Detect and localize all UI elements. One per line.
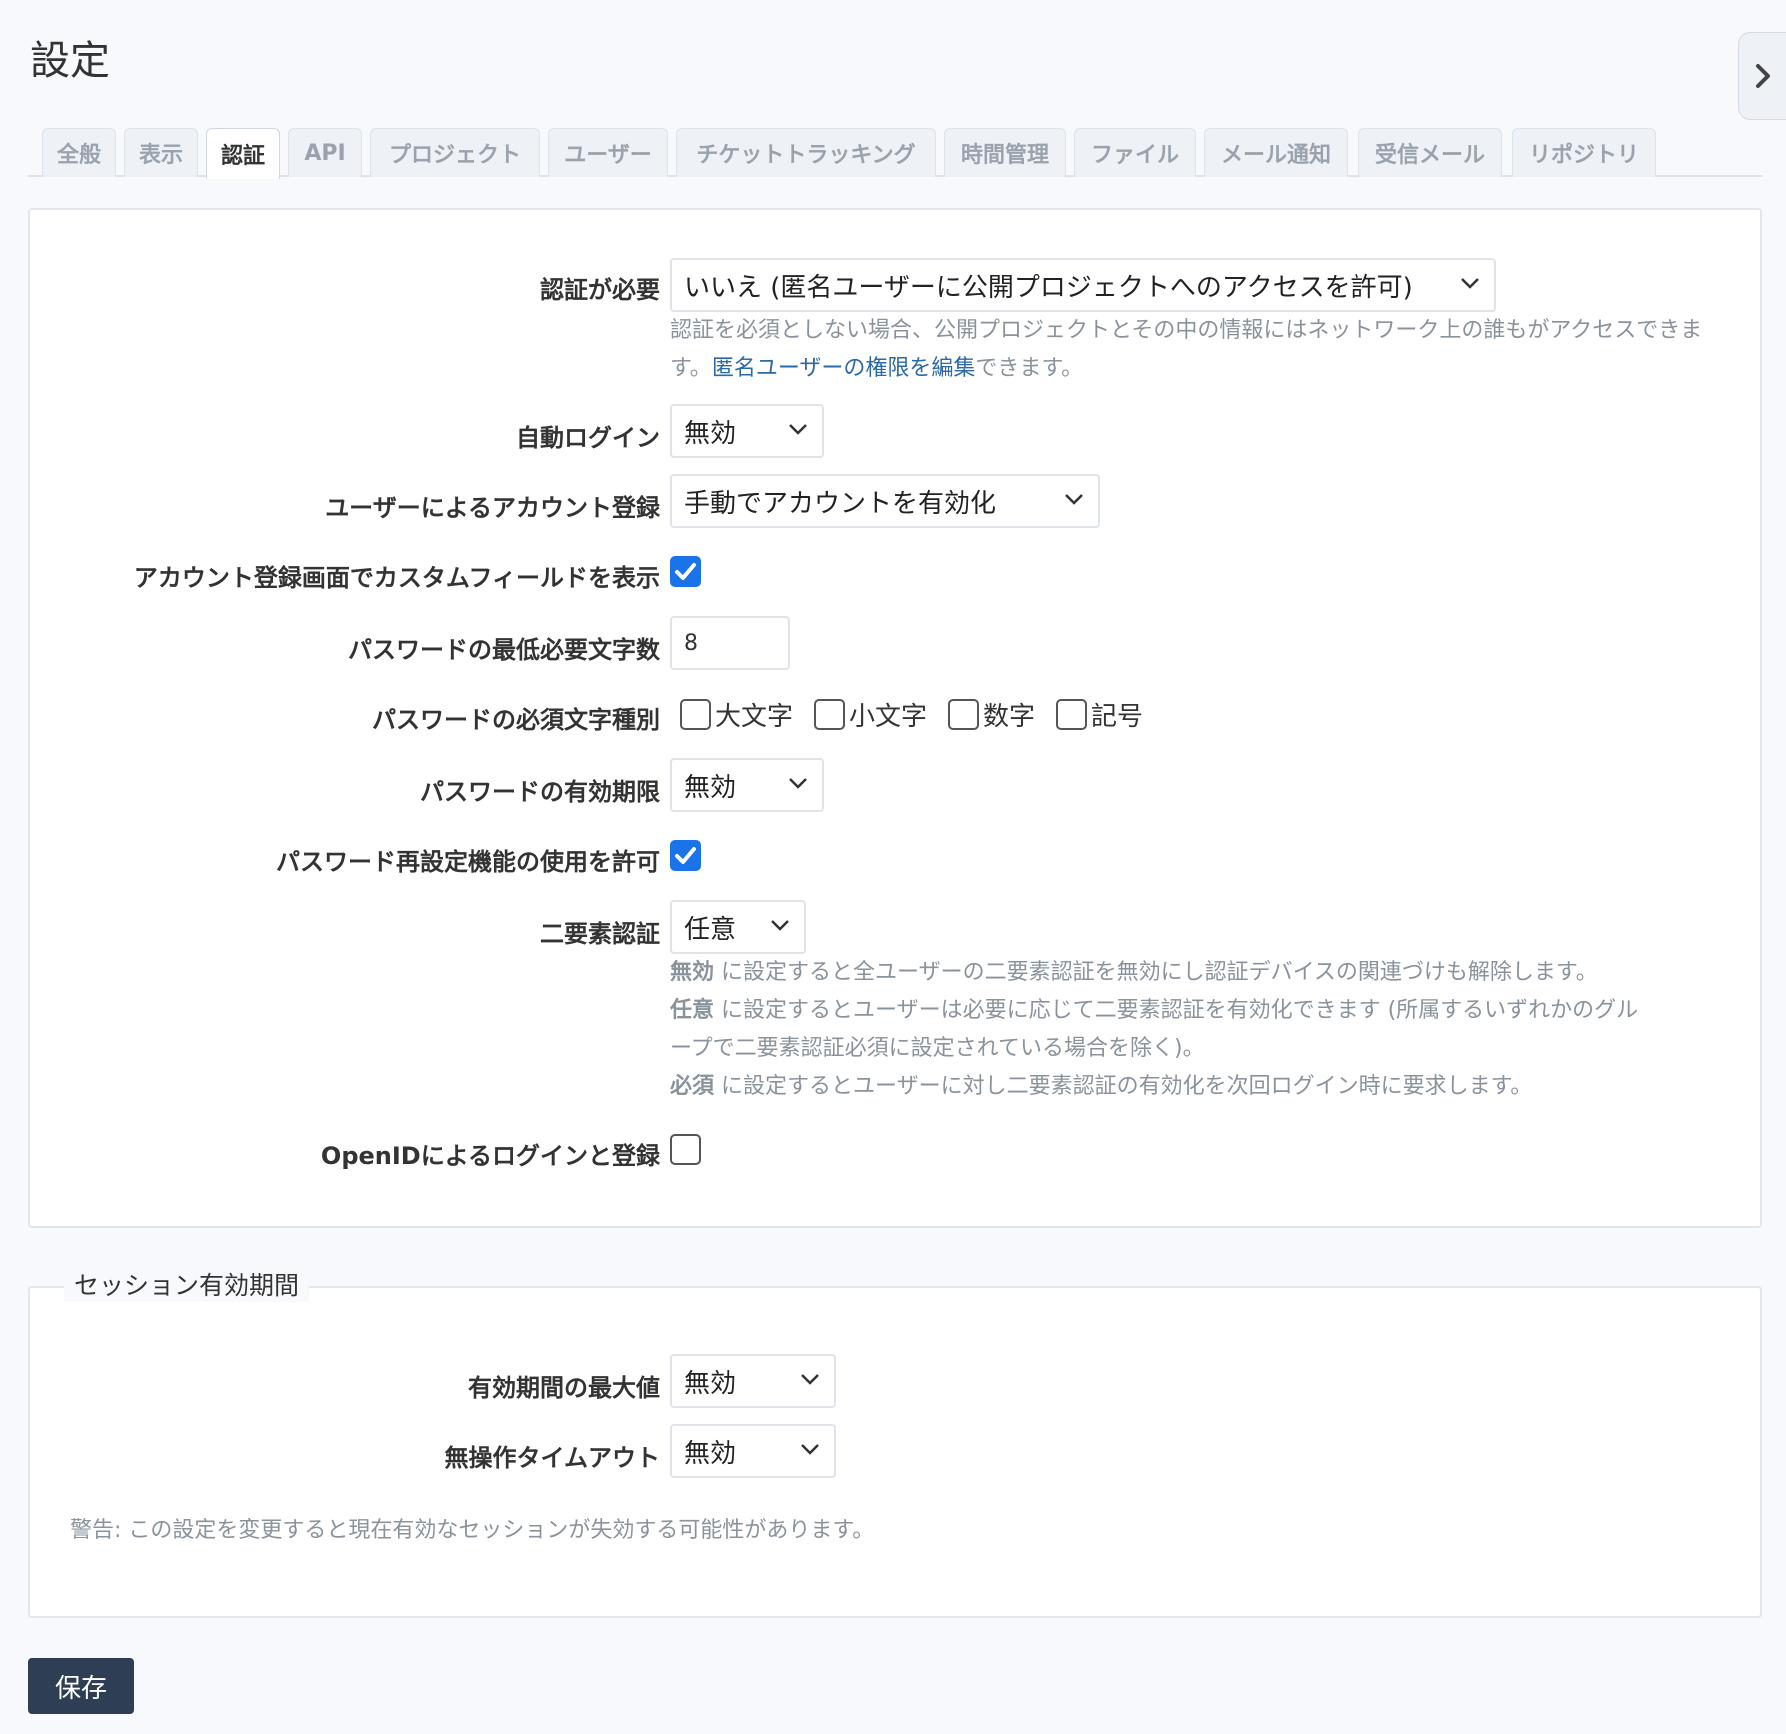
tab-incoming-emails[interactable]: 受信メール (1358, 128, 1502, 177)
chevron-down-icon (789, 778, 807, 789)
show-custom-fields-label: アカウント登録画面でカスタムフィールドを表示 (133, 564, 660, 592)
tab-files[interactable]: ファイル (1074, 128, 1196, 177)
login-required-select[interactable]: いいえ (匿名ユーザーに公開プロジェクトへのアクセスを許可) (670, 258, 1496, 312)
digits-checkbox[interactable] (948, 699, 979, 730)
tab-api[interactable]: API (288, 128, 362, 177)
password-min-length-input[interactable]: 8 (670, 616, 790, 670)
chevron-down-icon (771, 920, 789, 931)
openid-checkbox[interactable] (670, 1134, 701, 1165)
chevron-down-icon (1065, 494, 1083, 505)
tab-repositories[interactable]: リポジトリ (1512, 128, 1656, 177)
session-timeout-label: 無操作タイムアウト (444, 1444, 660, 1472)
autologin-label: 自動ログイン (516, 424, 660, 452)
session-lifetime-select[interactable]: 無効 (670, 1354, 836, 1408)
symbols-checkbox[interactable] (1056, 699, 1087, 730)
page-title: 設定 (30, 38, 110, 84)
required-char-digits[interactable]: 数字 (948, 696, 1035, 733)
tab-users[interactable]: ユーザー (548, 128, 668, 177)
lowercase-checkbox[interactable] (814, 699, 845, 730)
chevron-down-icon (789, 424, 807, 435)
tab-authentication[interactable]: 認証 (206, 128, 280, 179)
password-required-chars-label: パスワードの必須文字種別 (372, 706, 660, 734)
twofa-hint-optional: 任意 に設定するとユーザーは必要に応じて二要素認証を有効化できます (所属するい… (670, 998, 1639, 1023)
required-char-uppercase[interactable]: 大文字 (680, 696, 793, 733)
chevron-right-icon (1755, 64, 1770, 88)
session-fieldset (28, 1286, 1762, 1618)
edit-anonymous-permissions-link[interactable]: 匿名ユーザーの権限を編集 (712, 356, 976, 381)
tab-time-tracking[interactable]: 時間管理 (944, 128, 1066, 177)
session-legend: セッション有効期間 (64, 1266, 310, 1302)
self-registration-label: ユーザーによるアカウント登録 (325, 494, 660, 522)
checkmark-icon (675, 847, 696, 864)
uppercase-checkbox[interactable] (680, 699, 711, 730)
required-char-symbols[interactable]: 記号 (1056, 696, 1143, 733)
tab-bar: 全般 表示 認証 API プロジェクト ユーザー チケットトラッキング 時間管理… (28, 128, 1762, 179)
lost-password-label: パスワード再設定機能の使用を許可 (276, 848, 660, 876)
session-warning: 警告: この設定を変更すると現在有効なセッションが失効する可能性があります。 (70, 1518, 875, 1543)
save-button[interactable]: 保存 (28, 1658, 134, 1714)
chevron-down-icon (801, 1444, 819, 1455)
lost-password-checkbox[interactable] (670, 840, 701, 871)
twofa-hint-required: 必須 に設定するとユーザーに対し二要素認証の有効化を次回ログイン時に要求します。 (670, 1074, 1533, 1099)
twofa-hint-disabled: 無効 に設定すると全ユーザーの二要素認証を無効にし認証デバイスの関連づけも解除し… (670, 960, 1598, 985)
tab-projects[interactable]: プロジェクト (370, 128, 540, 177)
twofa-select[interactable]: 任意 (670, 900, 806, 954)
twofa-label: 二要素認証 (540, 920, 660, 948)
password-max-age-select[interactable]: 無効 (670, 758, 824, 812)
checkmark-icon (675, 563, 696, 580)
tab-display[interactable]: 表示 (124, 128, 198, 177)
required-char-lowercase[interactable]: 小文字 (814, 696, 927, 733)
login-required-value: いいえ (匿名ユーザーに公開プロジェクトへのアクセスを許可) (684, 272, 1413, 303)
twofa-hint-optional-cont: ープで二要素認証必須に設定されている場合を除く)。 (670, 1036, 1205, 1061)
login-required-hint: 認証を必須としない場合、公開プロジェクトとその中の情報にはネットワーク上の誰もが… (670, 318, 1703, 381)
sidebar-toggle-button[interactable] (1738, 32, 1786, 120)
password-max-age-label: パスワードの有効期限 (420, 778, 660, 806)
session-lifetime-label: 有効期間の最大値 (468, 1374, 660, 1402)
tab-email-notifications[interactable]: メール通知 (1204, 128, 1348, 177)
tab-issue-tracking[interactable]: チケットトラッキング (676, 128, 936, 177)
openid-label: OpenIDによるログインと登録 (320, 1142, 660, 1170)
autologin-select[interactable]: 無効 (670, 404, 824, 458)
chevron-down-icon (1461, 278, 1479, 289)
password-min-length-label: パスワードの最低必要文字数 (348, 636, 660, 664)
self-registration-select[interactable]: 手動でアカウントを有効化 (670, 474, 1100, 528)
twofa-hint: 無効 に設定すると全ユーザーの二要素認証を無効にし認証デバイスの関連づけも解除し… (670, 954, 1710, 1106)
tab-general[interactable]: 全般 (42, 128, 116, 177)
session-timeout-select[interactable]: 無効 (670, 1424, 836, 1478)
show-custom-fields-checkbox[interactable] (670, 556, 701, 587)
chevron-down-icon (801, 1374, 819, 1385)
login-required-label: 認証が必要 (540, 276, 660, 304)
